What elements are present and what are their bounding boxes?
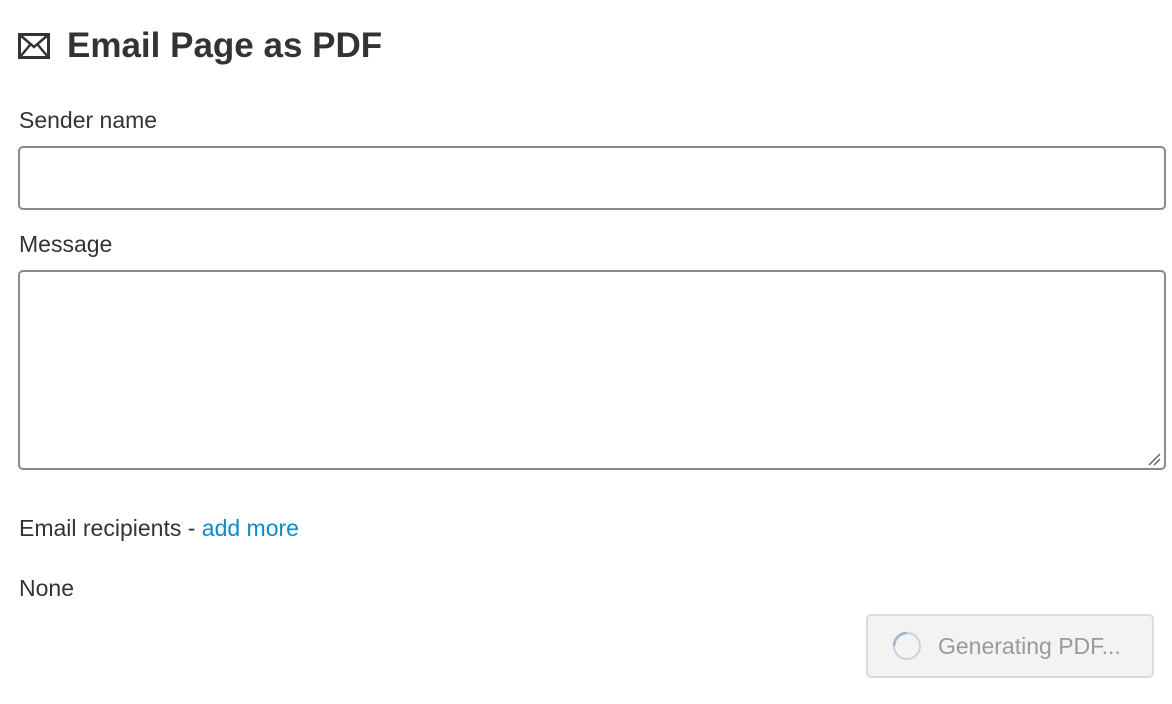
message-textarea[interactable] <box>18 270 1166 470</box>
generate-pdf-button[interactable]: Generating PDF... <box>866 614 1154 678</box>
sender-name-label: Sender name <box>19 107 158 133</box>
envelope-icon <box>18 33 50 59</box>
sender-name-field[interactable] <box>18 146 1166 210</box>
page-header: Email Page as PDF <box>18 22 382 70</box>
page-title: Email Page as PDF <box>67 26 383 65</box>
generate-pdf-label: Generating PDF... <box>938 632 1121 659</box>
message-label: Message <box>19 231 113 257</box>
resize-handle-icon[interactable] <box>1145 450 1161 466</box>
email-recipients-row: Email recipients - add more <box>19 515 299 542</box>
add-more-link[interactable]: add more <box>202 515 299 541</box>
spinner-icon <box>892 631 922 661</box>
email-recipients-label: Email recipients - <box>19 515 202 541</box>
recipients-list-empty: None <box>19 575 74 601</box>
